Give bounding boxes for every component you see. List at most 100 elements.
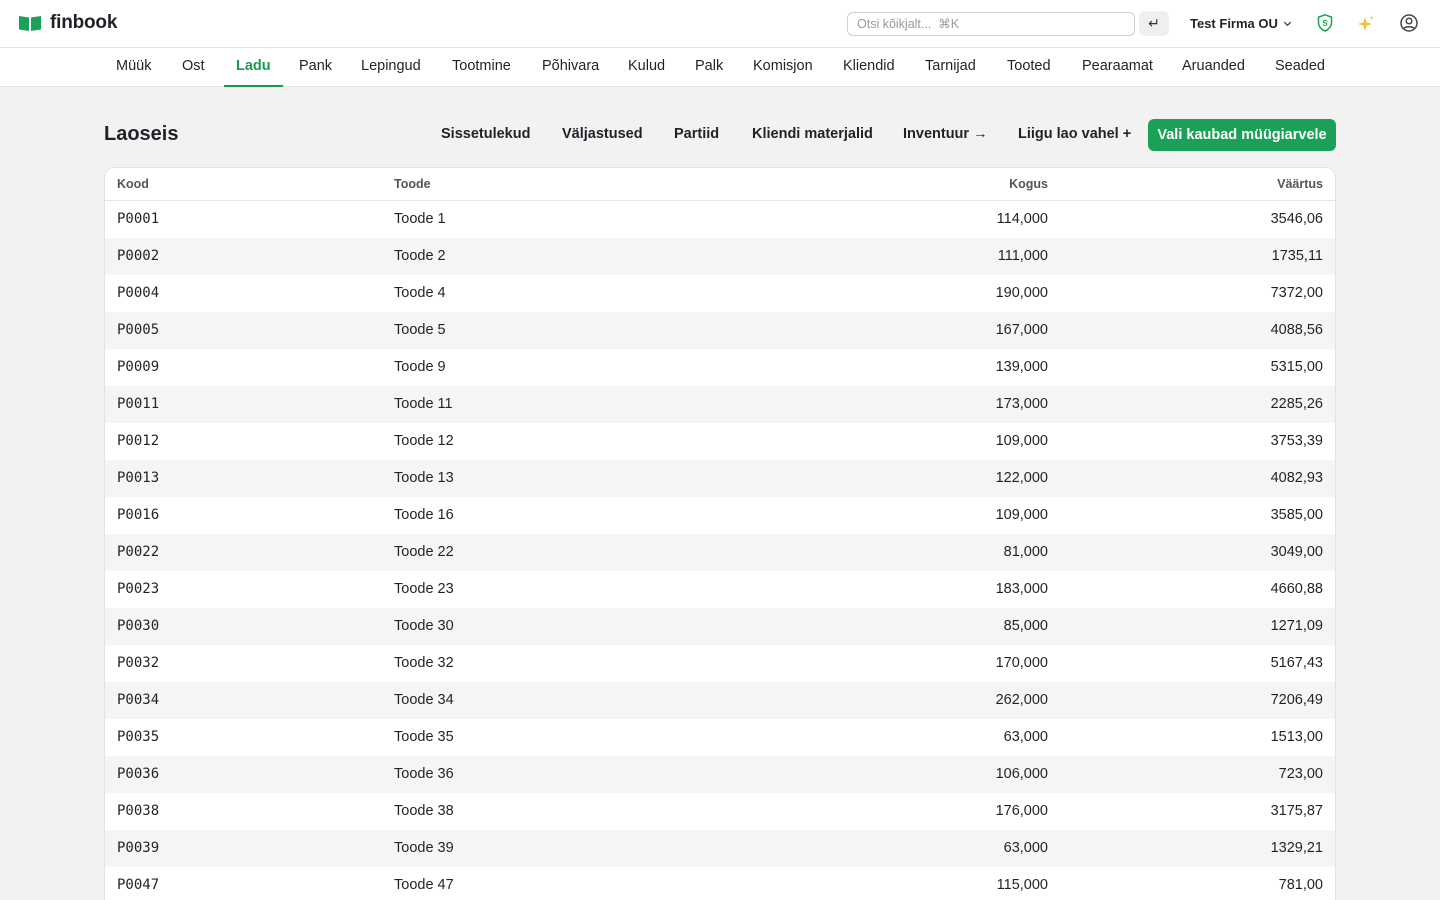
table-row[interactable]: P0032 Toode 32 170,000 5167,43 xyxy=(105,645,1335,682)
table-row[interactable]: P0047 Toode 47 115,000 781,00 xyxy=(105,867,1335,900)
tab-pearaamat[interactable]: Pearaamat xyxy=(1082,48,1153,86)
cell-value: 1513,00 xyxy=(1270,729,1323,745)
tab-ost[interactable]: Ost xyxy=(182,48,205,86)
logo[interactable]: finbook xyxy=(18,12,117,34)
column-header-product[interactable]: Toode xyxy=(394,177,431,191)
tab-tootmine[interactable]: Tootmine xyxy=(452,48,511,86)
cell-quantity: 173,000 xyxy=(995,396,1048,412)
cell-code: P0034 xyxy=(117,692,160,708)
svg-text:S: S xyxy=(1322,19,1328,28)
outgoing-button[interactable]: Väljastused xyxy=(562,126,643,142)
cell-product: Toode 13 xyxy=(394,470,454,486)
company-switcher[interactable]: Test Firma OU xyxy=(1190,16,1292,31)
cell-quantity: 63,000 xyxy=(1003,729,1048,745)
cell-code: P0032 xyxy=(117,655,160,671)
cell-code: P0005 xyxy=(117,322,160,338)
table-row[interactable]: P0013 Toode 13 122,000 4082,93 xyxy=(105,460,1335,497)
search-submit-button[interactable]: ↵ xyxy=(1139,11,1169,36)
table-row[interactable]: P0022 Toode 22 81,000 3049,00 xyxy=(105,534,1335,571)
cell-value: 3546,06 xyxy=(1270,211,1323,227)
cell-quantity: 114,000 xyxy=(996,211,1048,227)
cell-quantity: 63,000 xyxy=(1003,840,1048,856)
tab-palk[interactable]: Palk xyxy=(695,48,723,86)
tab-pank[interactable]: Pank xyxy=(299,48,332,86)
chevron-down-icon xyxy=(1283,21,1291,27)
cell-value: 7206,49 xyxy=(1270,692,1323,708)
column-header-quantity[interactable]: Kogus xyxy=(1009,177,1048,191)
app-name: finbook xyxy=(50,12,118,33)
tab-komisjon[interactable]: Komisjon xyxy=(753,48,813,86)
tab-tooted[interactable]: Tooted xyxy=(1007,48,1051,86)
table-row[interactable]: P0012 Toode 12 109,000 3753,39 xyxy=(105,423,1335,460)
cell-code: P0011 xyxy=(117,396,160,412)
cell-product: Toode 38 xyxy=(394,803,454,819)
cell-value: 4088,56 xyxy=(1270,322,1323,338)
table-row[interactable]: P0023 Toode 23 183,000 4660,88 xyxy=(105,571,1335,608)
table-row[interactable]: P0002 Toode 2 111,000 1735,11 xyxy=(105,238,1335,275)
tab-kliendid[interactable]: Kliendid xyxy=(843,48,895,86)
move-between-warehouses-button[interactable]: Liigu lao vahel + xyxy=(1018,126,1131,142)
cell-quantity: 167,000 xyxy=(995,322,1048,338)
cell-quantity: 109,000 xyxy=(995,507,1048,523)
cell-code: P0039 xyxy=(117,840,160,856)
cell-code: P0036 xyxy=(117,766,160,782)
main-nav: Müük Ost Ladu Pank Lepingud Tootmine Põh… xyxy=(0,48,1440,87)
global-search-input[interactable] xyxy=(847,12,1135,36)
column-header-code[interactable]: Kood xyxy=(117,177,149,191)
cell-value: 3175,87 xyxy=(1270,803,1323,819)
cell-code: P0022 xyxy=(117,544,160,560)
table-row[interactable]: P0009 Toode 9 139,000 5315,00 xyxy=(105,349,1335,386)
user-circle-icon[interactable] xyxy=(1399,13,1419,33)
cell-product: Toode 9 xyxy=(394,359,446,375)
cell-product: Toode 11 xyxy=(394,396,453,412)
table-row[interactable]: P0036 Toode 36 106,000 723,00 xyxy=(105,756,1335,793)
table-row[interactable]: P0016 Toode 16 109,000 3585,00 xyxy=(105,497,1335,534)
client-materials-button[interactable]: Kliendi materjalid xyxy=(752,126,873,142)
table-row[interactable]: P0038 Toode 38 176,000 3175,87 xyxy=(105,793,1335,830)
table-row[interactable]: P0005 Toode 5 167,000 4088,56 xyxy=(105,312,1335,349)
tab-ladu[interactable]: Ladu xyxy=(224,48,283,87)
tab-lepingud[interactable]: Lepingud xyxy=(361,48,421,86)
table-row[interactable]: P0001 Toode 1 114,000 3546,06 xyxy=(105,201,1335,238)
cell-code: P0038 xyxy=(117,803,160,819)
tab-tarnijad[interactable]: Tarnijad xyxy=(925,48,976,86)
select-goods-for-invoice-button[interactable]: Vali kaubad müügiarvele xyxy=(1148,119,1336,151)
page-title: Laoseis xyxy=(104,123,179,145)
cell-quantity: 190,000 xyxy=(995,285,1048,301)
cell-quantity: 122,000 xyxy=(995,470,1048,486)
table-row[interactable]: P0011 Toode 11 173,000 2285,26 xyxy=(105,386,1335,423)
cell-code: P0030 xyxy=(117,618,160,634)
cell-code: P0004 xyxy=(117,285,160,301)
batches-button[interactable]: Partiid xyxy=(674,126,719,142)
tab-pohivara[interactable]: Põhivara xyxy=(542,48,599,86)
table-row[interactable]: P0035 Toode 35 63,000 1513,00 xyxy=(105,719,1335,756)
cell-code: P0001 xyxy=(117,211,160,227)
cell-product: Toode 16 xyxy=(394,507,454,523)
table-row[interactable]: P0030 Toode 30 85,000 1271,09 xyxy=(105,608,1335,645)
cell-code: P0009 xyxy=(117,359,160,375)
cell-value: 1735,11 xyxy=(1271,248,1323,264)
sparkle-icon[interactable] xyxy=(1356,14,1376,34)
table-body: P0001 Toode 1 114,000 3546,06 P0002 Toode 2 1… xyxy=(105,201,1335,900)
column-header-value[interactable]: Väärtus xyxy=(1277,177,1323,191)
tab-muuk[interactable]: Müük xyxy=(116,48,151,86)
table-row[interactable]: P0034 Toode 34 262,000 7206,49 xyxy=(105,682,1335,719)
tab-aruanded[interactable]: Aruanded xyxy=(1182,48,1245,86)
incoming-button[interactable]: Sissetulekud xyxy=(441,126,530,142)
shield-s-icon[interactable]: S xyxy=(1315,13,1335,33)
cell-value: 3753,39 xyxy=(1270,433,1323,449)
cell-quantity: 109,000 xyxy=(995,433,1048,449)
cell-quantity: 170,000 xyxy=(995,655,1048,671)
cell-code: P0002 xyxy=(117,248,160,264)
tab-seaded[interactable]: Seaded xyxy=(1275,48,1325,86)
table-row[interactable]: P0004 Toode 4 190,000 7372,00 xyxy=(105,275,1335,312)
cell-product: Toode 12 xyxy=(394,433,454,449)
tab-kulud[interactable]: Kulud xyxy=(628,48,665,86)
cell-value: 7372,00 xyxy=(1270,285,1323,301)
cell-quantity: 111,000 xyxy=(997,248,1048,264)
inventory-button[interactable]: Inventuur → xyxy=(903,126,988,142)
table-row[interactable]: P0039 Toode 39 63,000 1329,21 xyxy=(105,830,1335,867)
cell-value: 4082,93 xyxy=(1270,470,1323,486)
cell-value: 1271,09 xyxy=(1270,618,1323,634)
cell-value: 781,00 xyxy=(1278,877,1323,893)
